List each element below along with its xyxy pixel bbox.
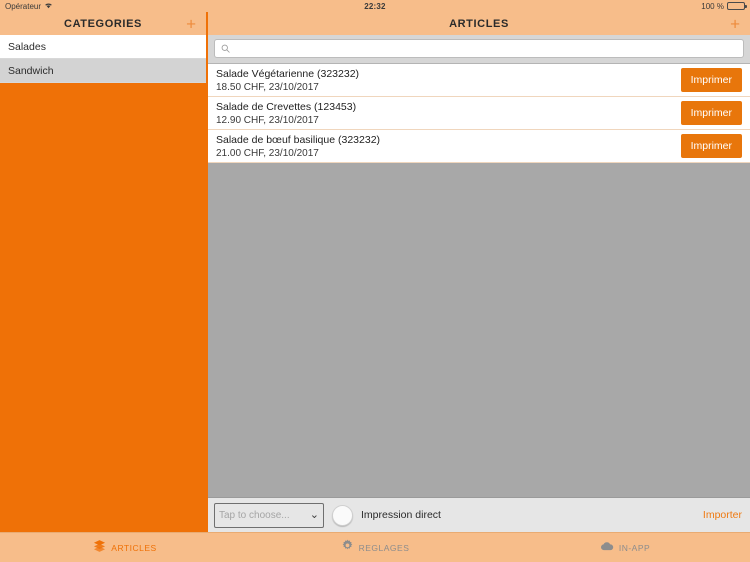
search-input[interactable] bbox=[235, 41, 737, 56]
article-info: Salade de bœuf basilique (323232) 21.00 … bbox=[216, 134, 681, 159]
page-title: ARTICLES bbox=[449, 17, 509, 30]
table-row[interactable]: Salade de bœuf basilique (323232) 21.00 … bbox=[208, 130, 750, 163]
battery-icon bbox=[726, 2, 747, 10]
sidebar-item-salades[interactable]: Salades bbox=[0, 35, 206, 59]
category-label: Salades bbox=[8, 40, 46, 53]
status-right: 100 % bbox=[501, 1, 747, 11]
battery-label: 100 % bbox=[701, 1, 724, 11]
add-article-button[interactable]: + bbox=[730, 15, 740, 32]
tab-label: IN-APP bbox=[618, 542, 651, 553]
print-button[interactable]: Imprimer bbox=[680, 101, 742, 125]
printer-select-value: Tap to choose... bbox=[219, 509, 290, 521]
article-list: Salade Végétarienne (323232) 18.50 CHF, … bbox=[208, 64, 750, 497]
categories-sidebar: CATEGORIES + Salades Sandwich bbox=[0, 12, 206, 532]
import-button[interactable]: Importer bbox=[703, 509, 744, 521]
search-field[interactable] bbox=[214, 39, 744, 58]
cloud-icon bbox=[600, 539, 614, 557]
article-info: Salade de Crevettes (123453) 12.90 CHF, … bbox=[216, 101, 681, 126]
printer-select[interactable]: Tap to choose... ⌄ bbox=[214, 502, 324, 528]
tab-in-app[interactable]: IN-APP bbox=[500, 533, 750, 562]
chevron-down-icon: ⌄ bbox=[309, 508, 319, 521]
wifi-icon bbox=[44, 1, 53, 11]
table-row[interactable]: Salade de Crevettes (123453) 12.90 CHF, … bbox=[208, 97, 750, 130]
category-label: Sandwich bbox=[8, 64, 54, 77]
content-area: CATEGORIES + Salades Sandwich ARTICLES + bbox=[0, 12, 750, 532]
clock: 22:32 bbox=[364, 1, 386, 11]
direct-print-label: Impression direct bbox=[361, 509, 441, 521]
tab-label: REGLAGES bbox=[358, 542, 410, 553]
search-icon bbox=[221, 40, 230, 58]
categories-title: CATEGORIES bbox=[64, 17, 142, 30]
action-bar: Tap to choose... ⌄ Impression direct Imp… bbox=[208, 497, 750, 532]
tab-reglages[interactable]: REGLAGES bbox=[250, 533, 500, 562]
category-list: Salades Sandwich bbox=[0, 35, 206, 83]
article-details: 21.00 CHF, 23/10/2017 bbox=[216, 147, 319, 159]
article-name: Salade de bœuf basilique (323232) bbox=[216, 133, 381, 146]
article-name: Salade de Crevettes (123453) bbox=[216, 100, 357, 113]
gear-icon bbox=[341, 539, 354, 557]
add-category-button[interactable]: + bbox=[186, 15, 196, 32]
status-bar: Opérateur 22:32 100 % bbox=[0, 0, 750, 12]
direct-print-toggle[interactable] bbox=[332, 504, 353, 526]
layers-icon bbox=[93, 539, 106, 557]
categories-header: CATEGORIES + bbox=[0, 12, 206, 35]
articles-panel: ARTICLES + Salade Végétarienne (323232) … bbox=[206, 12, 750, 532]
status-left: Opérateur bbox=[5, 1, 249, 11]
print-button[interactable]: Imprimer bbox=[680, 68, 742, 92]
sidebar-empty-area bbox=[0, 83, 206, 532]
article-info: Salade Végétarienne (323232) 18.50 CHF, … bbox=[216, 68, 681, 93]
print-button[interactable]: Imprimer bbox=[680, 134, 742, 158]
article-details: 18.50 CHF, 23/10/2017 bbox=[216, 81, 319, 93]
tab-articles[interactable]: ARTICLES bbox=[0, 533, 250, 562]
article-name: Salade Végétarienne (323232) bbox=[216, 67, 360, 80]
table-row[interactable]: Salade Végétarienne (323232) 18.50 CHF, … bbox=[208, 64, 750, 97]
tab-bar: ARTICLES REGLAGES IN-APP bbox=[0, 532, 750, 562]
articles-header: ARTICLES + bbox=[208, 12, 750, 35]
carrier-label: Opérateur bbox=[5, 1, 42, 11]
article-details: 12.90 CHF, 23/10/2017 bbox=[216, 114, 319, 126]
app-root: Opérateur 22:32 100 % CATEGORIES + Salad… bbox=[0, 0, 750, 562]
search-bar bbox=[208, 35, 750, 64]
sidebar-item-sandwich[interactable]: Sandwich bbox=[0, 59, 206, 83]
tab-label: ARTICLES bbox=[111, 542, 157, 553]
